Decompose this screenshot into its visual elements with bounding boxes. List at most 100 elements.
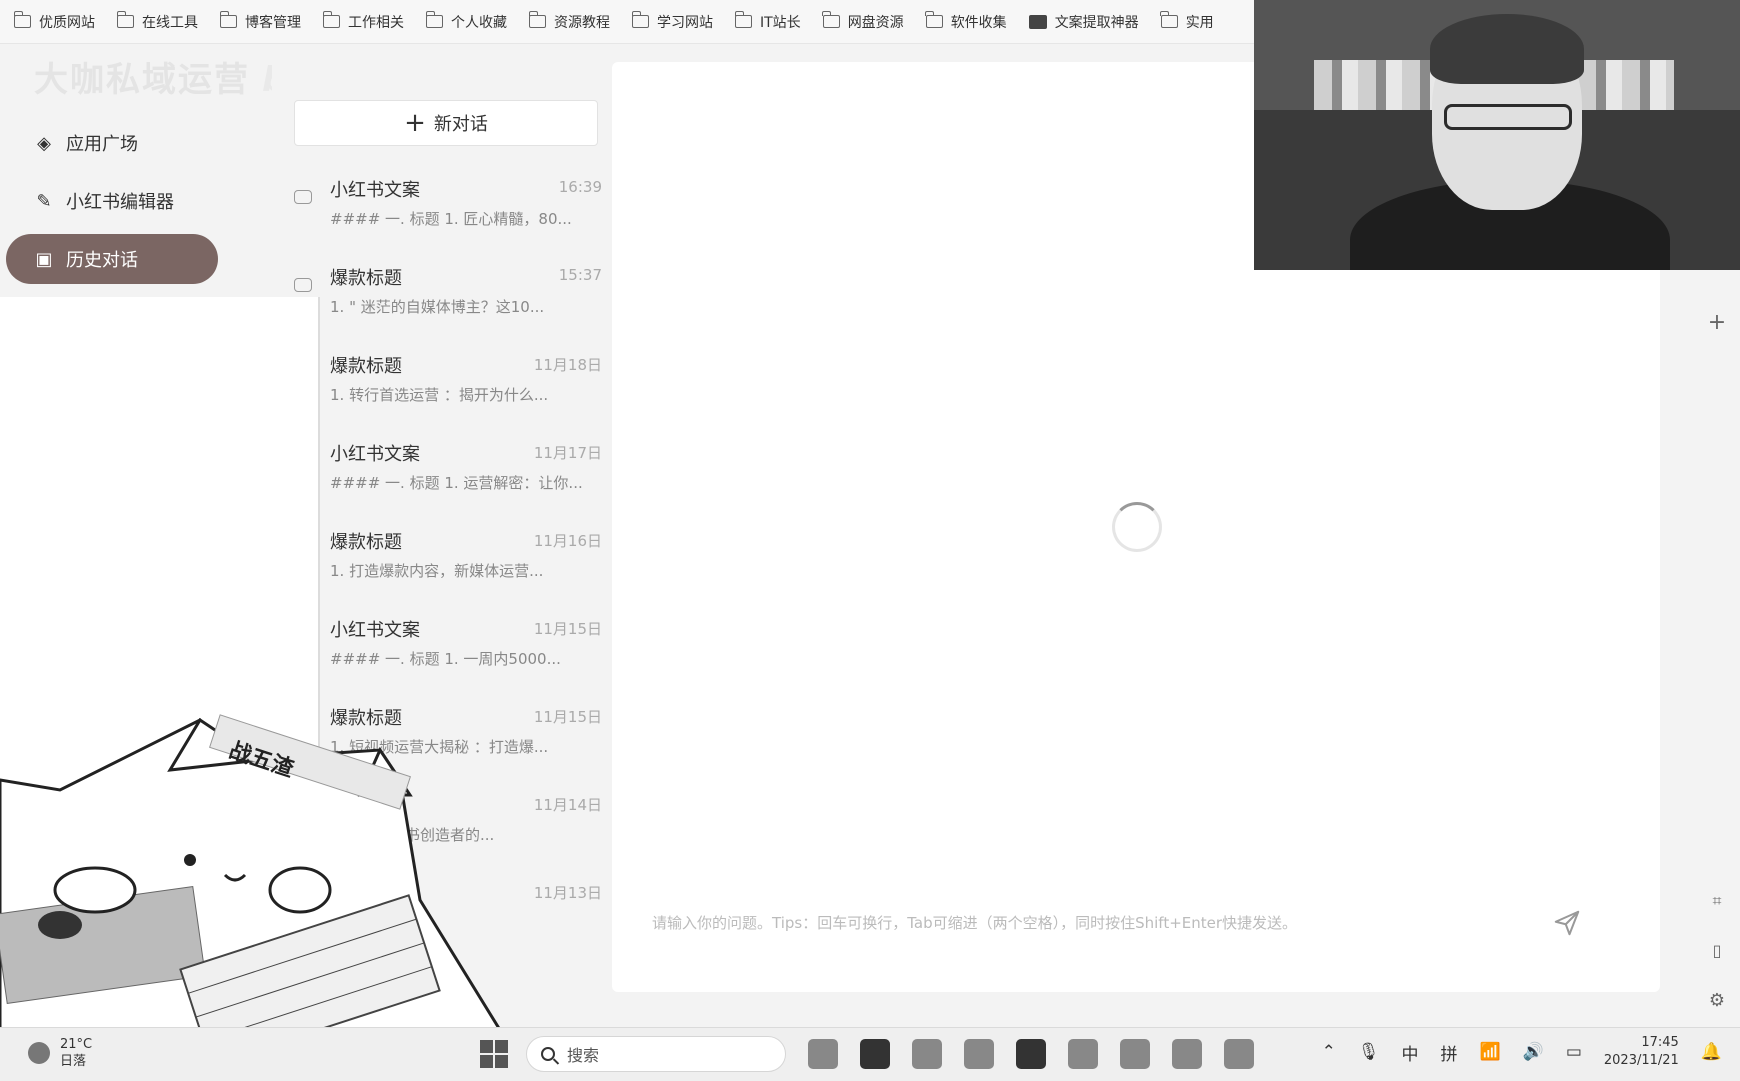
- bookmark-label: 学习网站: [657, 14, 713, 31]
- folder-icon: [13, 11, 31, 28]
- conversation-time: 11月17日: [533, 444, 602, 462]
- phone-app-icon[interactable]: [1224, 1039, 1254, 1069]
- folder-icon: [322, 11, 340, 28]
- plus-icon: +: [404, 108, 426, 138]
- ime-mode[interactable]: 拼: [1440, 1040, 1457, 1065]
- bookmark-item[interactable]: 网盘资源: [822, 11, 904, 32]
- folder-icon: [734, 11, 752, 28]
- conversation-snippet: 1. 打造爆款内容，新媒体运营...: [330, 562, 544, 580]
- teams-app-icon[interactable]: [912, 1039, 942, 1069]
- conversation-time: 11月15日: [533, 620, 602, 638]
- edge-browser-icon[interactable]: [1016, 1039, 1046, 1069]
- weather-widget[interactable]: 21°C 日落: [28, 1036, 92, 1070]
- taskbar: 21°C 日落 搜索 ⌃ 🎙 中 拼 📶 🔊 ▭ 17:45 2023/11/2…: [0, 1027, 1740, 1081]
- microphone-icon[interactable]: 🎙: [1358, 1042, 1380, 1062]
- taskbar-search[interactable]: 搜索: [526, 1036, 786, 1072]
- conversation-item[interactable]: 小红书文案 11月15日 #### 一. 标题 1. 一周内5000...: [272, 616, 614, 704]
- conversation-time: 11月18日: [533, 356, 602, 374]
- conversation-snippet: 1. " 迷茫的自媒体博主？这10...: [330, 298, 545, 316]
- loading-spinner: [1112, 502, 1162, 552]
- wifi-icon[interactable]: 📶: [1479, 1042, 1500, 1062]
- bookmark-item[interactable]: 优质网站: [13, 11, 95, 32]
- folder-icon: [925, 11, 943, 28]
- send-icon[interactable]: [1552, 908, 1582, 938]
- add-icon[interactable]: +: [1706, 312, 1728, 334]
- chat-input[interactable]: 请输入你的问题。Tips：回车可换行，Tab可缩进（两个空格），同时按住Shif…: [652, 902, 1582, 942]
- conversation-item[interactable]: 小红书文案 16:39 #### 一. 标题 1. 匠心精髓，80...: [272, 176, 614, 264]
- sidebar-toggle-icon[interactable]: ▯: [1706, 940, 1728, 962]
- weather-desc: 日落: [60, 1054, 87, 1069]
- chevron-up-icon[interactable]: ⌃: [1322, 1042, 1336, 1062]
- sidebar-item-1[interactable]: ✎ 小红书编辑器: [6, 176, 218, 226]
- premiere-app-icon[interactable]: [808, 1039, 838, 1069]
- bookmark-item[interactable]: 博客管理: [219, 11, 301, 32]
- bookmark-label: 工作相关: [348, 14, 404, 31]
- bookmark-item[interactable]: 个人收藏: [425, 11, 507, 32]
- new-chat-button[interactable]: + 新对话: [294, 100, 598, 146]
- sidebar-item-2[interactable]: ▣ 历史对话: [6, 234, 218, 284]
- sidebar-item-0[interactable]: ◈ 应用广场: [6, 118, 218, 168]
- chat-input-placeholder: 请输入你的问题。Tips：回车可换行，Tab可缩进（两个空格），同时按住Shif…: [652, 913, 1298, 932]
- bookmark-label: 资源教程: [554, 14, 610, 31]
- conversation-title: 爆款标题: [330, 356, 402, 377]
- bookmark-item[interactable]: 资源教程: [528, 11, 610, 32]
- folder-icon: [425, 11, 443, 28]
- bookmark-item[interactable]: IT站长: [734, 11, 801, 32]
- conversation-item[interactable]: 爆款标题 11月18日 1. 转行首选运营 ：揭开为什么...: [272, 352, 614, 440]
- system-tray: ⌃ 🎙 中 拼 📶 🔊 ▭ 17:45 2023/11/21 🔔: [1300, 1034, 1722, 1070]
- notepad-app-icon[interactable]: [1120, 1039, 1150, 1069]
- conversation-time: 16:39: [558, 178, 602, 196]
- bookmark-item[interactable]: 学习网站: [631, 11, 713, 32]
- clock[interactable]: 17:45 2023/11/21: [1604, 1034, 1679, 1070]
- screenshot-icon[interactable]: ⌗: [1706, 890, 1728, 912]
- battery-icon[interactable]: ▭: [1566, 1042, 1582, 1062]
- conversation-title: 爆款标题: [330, 268, 402, 289]
- bookmark-label: 软件收集: [950, 14, 1007, 31]
- terminal-app-icon[interactable]: [860, 1039, 890, 1069]
- right-rail: + ⌗ ▯ ⚙: [1690, 270, 1740, 1012]
- conversation-snippet: #### 一. 标题 1. 一周内5000...: [330, 650, 561, 668]
- chat-icon: [294, 278, 312, 292]
- ime-language[interactable]: 中: [1401, 1040, 1418, 1065]
- webcam-overlay: [1254, 0, 1740, 270]
- conversation-snippet: 1. 转行首选运营 ：揭开为什么...: [330, 386, 549, 404]
- bookmark-label: IT站长: [760, 14, 801, 31]
- conversation-time: 11月16日: [533, 532, 602, 550]
- bookmark-label: 个人收藏: [451, 14, 507, 31]
- conversation-item[interactable]: 小红书文案 11月17日 #### 一. 标题 1. 运营解密：让你...: [272, 440, 614, 528]
- conversation-snippet: #### 一. 标题 1. 运营解密：让你...: [330, 474, 583, 492]
- file-explorer-icon[interactable]: [964, 1039, 994, 1069]
- bookmark-item[interactable]: 在线工具: [116, 11, 198, 32]
- conversation-title: 爆款标题: [330, 532, 402, 553]
- bookmark-label: 博客管理: [245, 14, 301, 31]
- folder-icon: [631, 11, 649, 28]
- sidebar-item-label: 应用广场: [66, 134, 138, 155]
- presenter-hair: [1430, 14, 1584, 84]
- weather-temp: 21°C: [60, 1037, 93, 1052]
- start-icon[interactable]: [480, 1040, 508, 1068]
- wechat-app-icon[interactable]: [1172, 1039, 1202, 1069]
- bookmark-item[interactable]: 工作相关: [322, 11, 404, 32]
- volume-icon[interactable]: 🔊: [1523, 1042, 1544, 1062]
- sidebar-item-label: 历史对话: [66, 250, 138, 271]
- search-icon: [541, 1047, 555, 1061]
- bookmark-label: 在线工具: [142, 14, 198, 31]
- bookmark-item[interactable]: 文案提取神器: [1028, 12, 1139, 32]
- store-app-icon[interactable]: [1068, 1039, 1098, 1069]
- conversation-snippet: #### 一. 标题 1. 匠心精髓，80...: [330, 210, 572, 228]
- folder-icon: [116, 11, 134, 28]
- search-label: 搜索: [567, 1046, 600, 1065]
- app-icon: [1028, 14, 1047, 29]
- bookmark-label: 网盘资源: [847, 14, 904, 31]
- conversation-time: 15:37: [558, 266, 602, 284]
- bookmark-item[interactable]: 实用: [1160, 11, 1214, 32]
- notification-bell-icon[interactable]: 🔔: [1701, 1042, 1722, 1062]
- folder-icon: [219, 11, 237, 28]
- edit-icon: ✎: [36, 190, 52, 212]
- conversation-item[interactable]: 爆款标题 15:37 1. " 迷茫的自媒体博主？这10...: [272, 264, 614, 352]
- settings-icon[interactable]: ⚙: [1706, 990, 1728, 1012]
- bookmark-label: 文案提取神器: [1054, 14, 1139, 31]
- bookmark-item[interactable]: 软件收集: [925, 11, 1007, 32]
- cube-icon: ◈: [37, 132, 51, 154]
- conversation-item[interactable]: 爆款标题 11月16日 1. 打造爆款内容，新媒体运营...: [272, 528, 614, 616]
